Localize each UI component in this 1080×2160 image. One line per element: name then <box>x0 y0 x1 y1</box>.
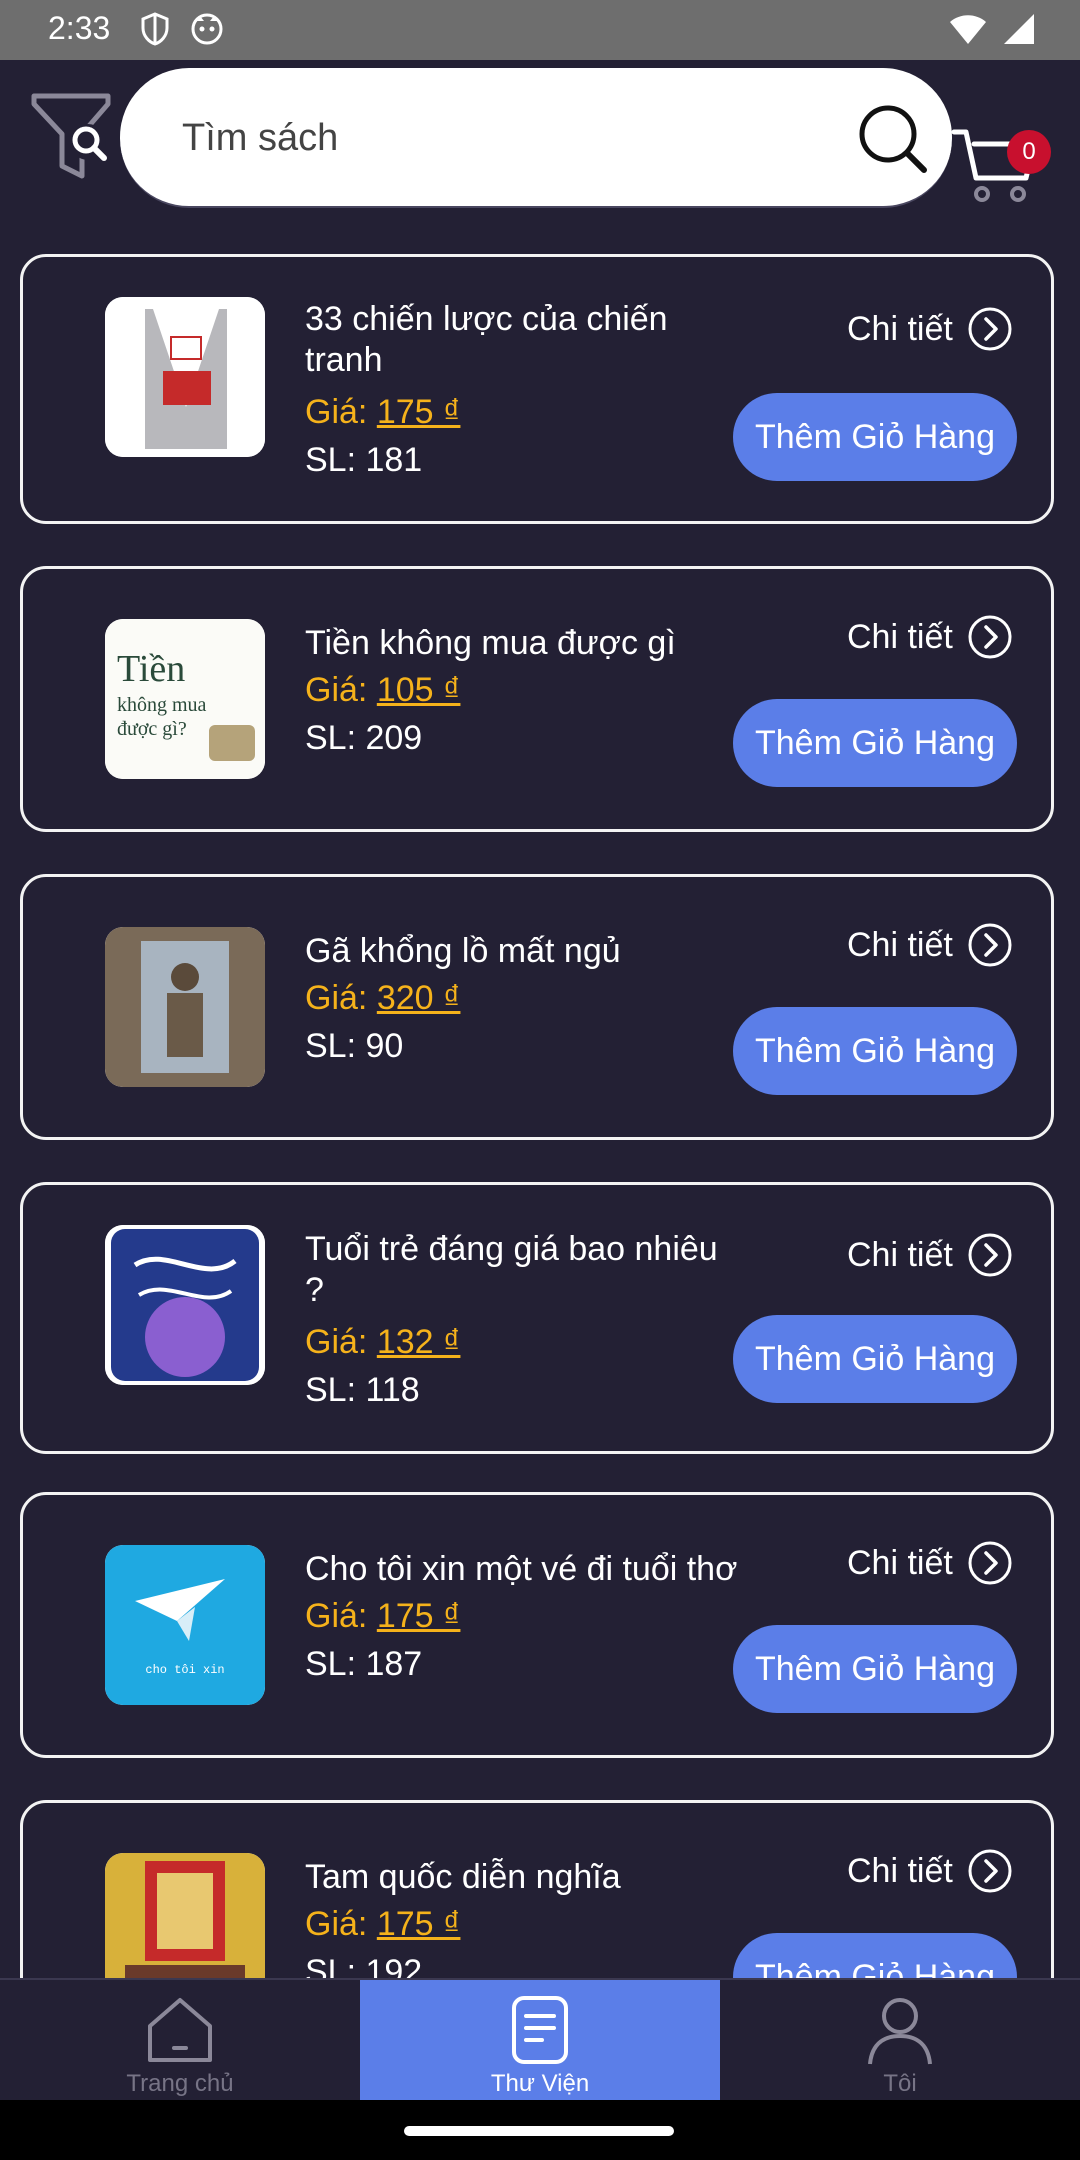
add-to-cart-button[interactable]: Thêm Giỏ Hàng <box>733 1625 1017 1713</box>
system-gesture-bar <box>0 2100 1080 2160</box>
price-label: Giá: <box>305 1905 377 1943</box>
price-value: 132 ₫ <box>376 1323 461 1361</box>
price-value: 175 ₫ <box>376 1905 461 1943</box>
book-card: Gã khổng lồ mất ngủ Giá: 320 ₫ SL: 90 Ch… <box>20 874 1054 1140</box>
detail-link[interactable]: Chi tiết <box>847 613 1013 661</box>
chevron-right-circle-icon <box>968 615 1012 659</box>
add-to-cart-button[interactable]: Thêm Giỏ Hàng <box>733 1315 1017 1403</box>
detail-link[interactable]: Chi tiết <box>847 305 1013 353</box>
price-label: Giá: <box>305 979 377 1017</box>
nav-item-library[interactable]: Thư Viện <box>360 1980 720 2102</box>
book-card: Tiền không mua được gì? Tiền không mua đ… <box>20 566 1054 832</box>
app-notification-icon <box>191 13 223 45</box>
filter-search-icon[interactable] <box>28 90 114 186</box>
home-gesture-handle[interactable] <box>404 2126 674 2136</box>
nav-label: Thư Viện <box>490 2070 590 2097</box>
price-label: Giá: <box>305 393 377 431</box>
book-price: Giá: 132 ₫ <box>305 1323 460 1362</box>
detail-label: Chi tiết <box>847 1235 953 1274</box>
price-value: 320 ₫ <box>376 979 461 1017</box>
book-title: Cho tôi xin một vé đi tuổi thơ <box>305 1550 738 1588</box>
book-title: Tiền không mua được gì <box>305 624 676 662</box>
book-quantity: SL: 118 <box>305 1371 420 1409</box>
wifi-icon <box>950 15 986 44</box>
detail-label: Chi tiết <box>847 309 953 348</box>
book-cover-image[interactable] <box>105 1225 265 1385</box>
price-label: Giá: <box>305 1323 377 1361</box>
book-title: Gã khổng lồ mất ngủ <box>305 932 621 970</box>
bottom-navigation: Trang chủ Thư Viện Tôi <box>0 1978 1080 2102</box>
price-value: 175 ₫ <box>376 1597 461 1635</box>
chevron-right-circle-icon <box>968 923 1012 967</box>
book-quantity: SL: 209 <box>305 719 423 757</box>
book-title: Tam quốc diễn nghĩa <box>305 1858 621 1896</box>
book-quantity: SL: 181 <box>305 441 423 479</box>
add-to-cart-button[interactable]: Thêm Giỏ Hàng <box>733 699 1017 787</box>
book-quantity: SL: 187 <box>305 1645 423 1683</box>
library-icon <box>512 1996 568 2064</box>
add-to-cart-button[interactable]: Thêm Giỏ Hàng <box>733 1007 1017 1095</box>
signal-icon <box>1004 14 1034 44</box>
chevron-right-circle-icon <box>968 1541 1012 1585</box>
book-quantity: SL: 90 <box>305 1027 404 1065</box>
book-price: Giá: 320 ₫ <box>305 979 460 1018</box>
chevron-right-circle-icon <box>968 307 1012 351</box>
nav-label: Tôi <box>883 2070 917 2097</box>
svg-text:không mua: không mua <box>117 694 207 716</box>
nav-item-profile[interactable]: Tôi <box>720 1980 1080 2102</box>
detail-label: Chi tiết <box>847 617 953 656</box>
price-value: 105 ₫ <box>376 671 461 709</box>
home-icon <box>148 1998 212 2062</box>
header: 0 <box>0 60 1080 220</box>
book-cover-image[interactable] <box>105 297 265 457</box>
status-time: 2:33 <box>48 10 111 46</box>
nav-label: Trang chủ <box>126 2070 234 2097</box>
svg-text:được gì?: được gì? <box>117 718 187 740</box>
profile-icon <box>868 1998 932 2065</box>
book-card: 33 chiến lược của chiến tranh Giá: 175 ₫… <box>20 254 1054 524</box>
price-value: 175 ₫ <box>376 393 461 431</box>
svg-text:Tiền: Tiền <box>117 648 185 690</box>
detail-label: Chi tiết <box>847 925 953 964</box>
book-cover-image[interactable] <box>105 927 265 1087</box>
price-label: Giá: <box>305 1597 377 1635</box>
detail-link[interactable]: Chi tiết <box>847 1847 1013 1895</box>
svg-text:cho tôi xin: cho tôi xin <box>145 1663 224 1677</box>
cart-count-badge: 0 <box>1007 130 1051 174</box>
price-label: Giá: <box>305 671 377 709</box>
search-icon[interactable] <box>856 102 932 178</box>
status-bar: 2:33 <box>0 0 1080 60</box>
shield-icon <box>141 12 169 46</box>
detail-link[interactable]: Chi tiết <box>847 921 1013 969</box>
chevron-right-circle-icon <box>968 1233 1012 1277</box>
book-price: Giá: 105 ₫ <box>305 671 460 710</box>
book-cover-image[interactable]: Tiền không mua được gì? <box>105 619 265 779</box>
nav-item-home[interactable]: Trang chủ <box>0 1980 360 2102</box>
book-card: Tuổi trẻ đáng giá bao nhiêu ? Giá: 132 ₫… <box>20 1182 1054 1454</box>
book-title: 33 chiến lược của chiến tranh <box>305 300 668 379</box>
search-bar <box>120 68 952 208</box>
book-cover-image[interactable]: cho tôi xin <box>105 1545 265 1705</box>
book-title: Tuổi trẻ đáng giá bao nhiêu ? <box>305 1230 718 1309</box>
book-price: Giá: 175 ₫ <box>305 1905 460 1944</box>
book-price: Giá: 175 ₫ <box>305 1597 460 1636</box>
book-card: cho tôi xin Cho tôi xin một vé đi tuổi t… <box>20 1492 1054 1758</box>
add-to-cart-button[interactable]: Thêm Giỏ Hàng <box>733 393 1017 481</box>
search-input[interactable] <box>180 102 804 174</box>
detail-link[interactable]: Chi tiết <box>847 1539 1013 1587</box>
detail-link[interactable]: Chi tiết <box>847 1231 1013 1279</box>
chevron-right-circle-icon <box>968 1849 1012 1893</box>
detail-label: Chi tiết <box>847 1543 953 1582</box>
book-price: Giá: 175 ₫ <box>305 393 460 432</box>
detail-label: Chi tiết <box>847 1851 953 1890</box>
